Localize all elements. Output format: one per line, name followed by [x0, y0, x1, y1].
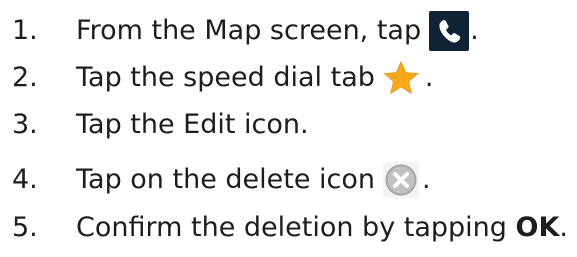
step-2: 2. Tap the speed dial tab . — [0, 58, 433, 98]
step-number: 4. — [12, 164, 38, 195]
step-text: Tap on the delete icon — [76, 164, 376, 195]
step-5: 5. Confirm the deletion by tapping OK . — [0, 208, 568, 248]
phone-icon — [429, 11, 470, 51]
star-icon — [383, 61, 419, 95]
step-number: 1. — [12, 15, 38, 46]
step-number: 3. — [12, 109, 38, 140]
step-4: 4. Tap on the delete icon . — [0, 160, 431, 200]
step-number: 5. — [12, 212, 38, 243]
step-end: . — [559, 212, 568, 243]
step-text: Confirm the deletion by tapping — [76, 212, 516, 243]
step-end: . — [470, 15, 479, 46]
step-text: Tap the Edit icon. — [76, 109, 309, 140]
step-3: 3. Tap the Edit icon. — [0, 105, 309, 145]
ok-label: OK — [515, 212, 560, 243]
step-end: . — [424, 62, 434, 93]
step-end: . — [422, 164, 431, 195]
step-text: From the Map screen, tap — [76, 15, 422, 46]
step-number: 2. — [12, 62, 38, 93]
instruction-steps: 1. From the Map screen, tap . 2. Tap the… — [0, 0, 577, 257]
delete-icon — [383, 162, 420, 198]
step-1: 1. From the Map screen, tap . — [0, 11, 479, 51]
step-text: Tap the speed dial tab — [76, 62, 375, 93]
